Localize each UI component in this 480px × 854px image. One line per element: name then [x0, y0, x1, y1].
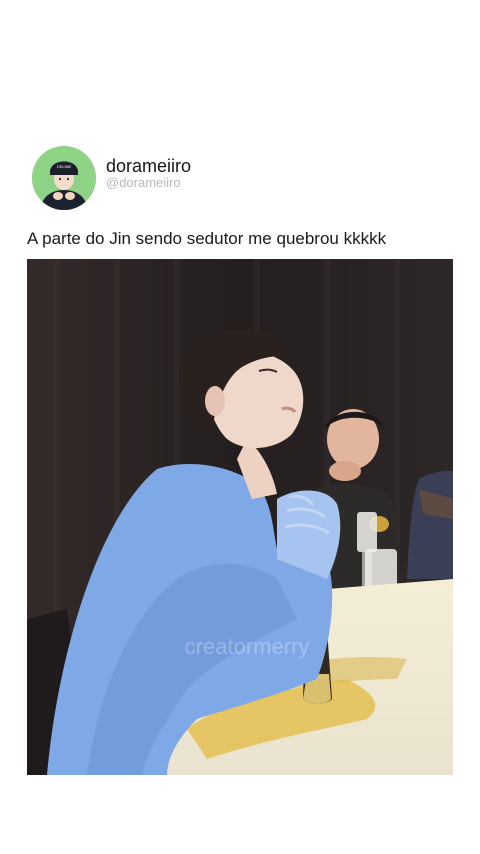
media-watermark: creatormerry [185, 634, 310, 659]
post-author: dorameiiro @dorameiiro [106, 156, 191, 190]
avatar[interactable]: CELINE [32, 146, 96, 210]
post-text: A parte do Jin sendo sedutor me quebrou … [27, 229, 387, 248]
display-name[interactable]: dorameiiro [106, 156, 191, 176]
svg-text:CELINE: CELINE [57, 164, 72, 169]
post-photo: creatormerry [27, 259, 453, 775]
post-header: CELINE dorameiiro @dorameiiro [32, 146, 191, 210]
user-handle[interactable]: @dorameiiro [106, 176, 191, 190]
avatar-image: CELINE [32, 146, 96, 210]
post-media[interactable]: creatormerry [27, 259, 453, 775]
